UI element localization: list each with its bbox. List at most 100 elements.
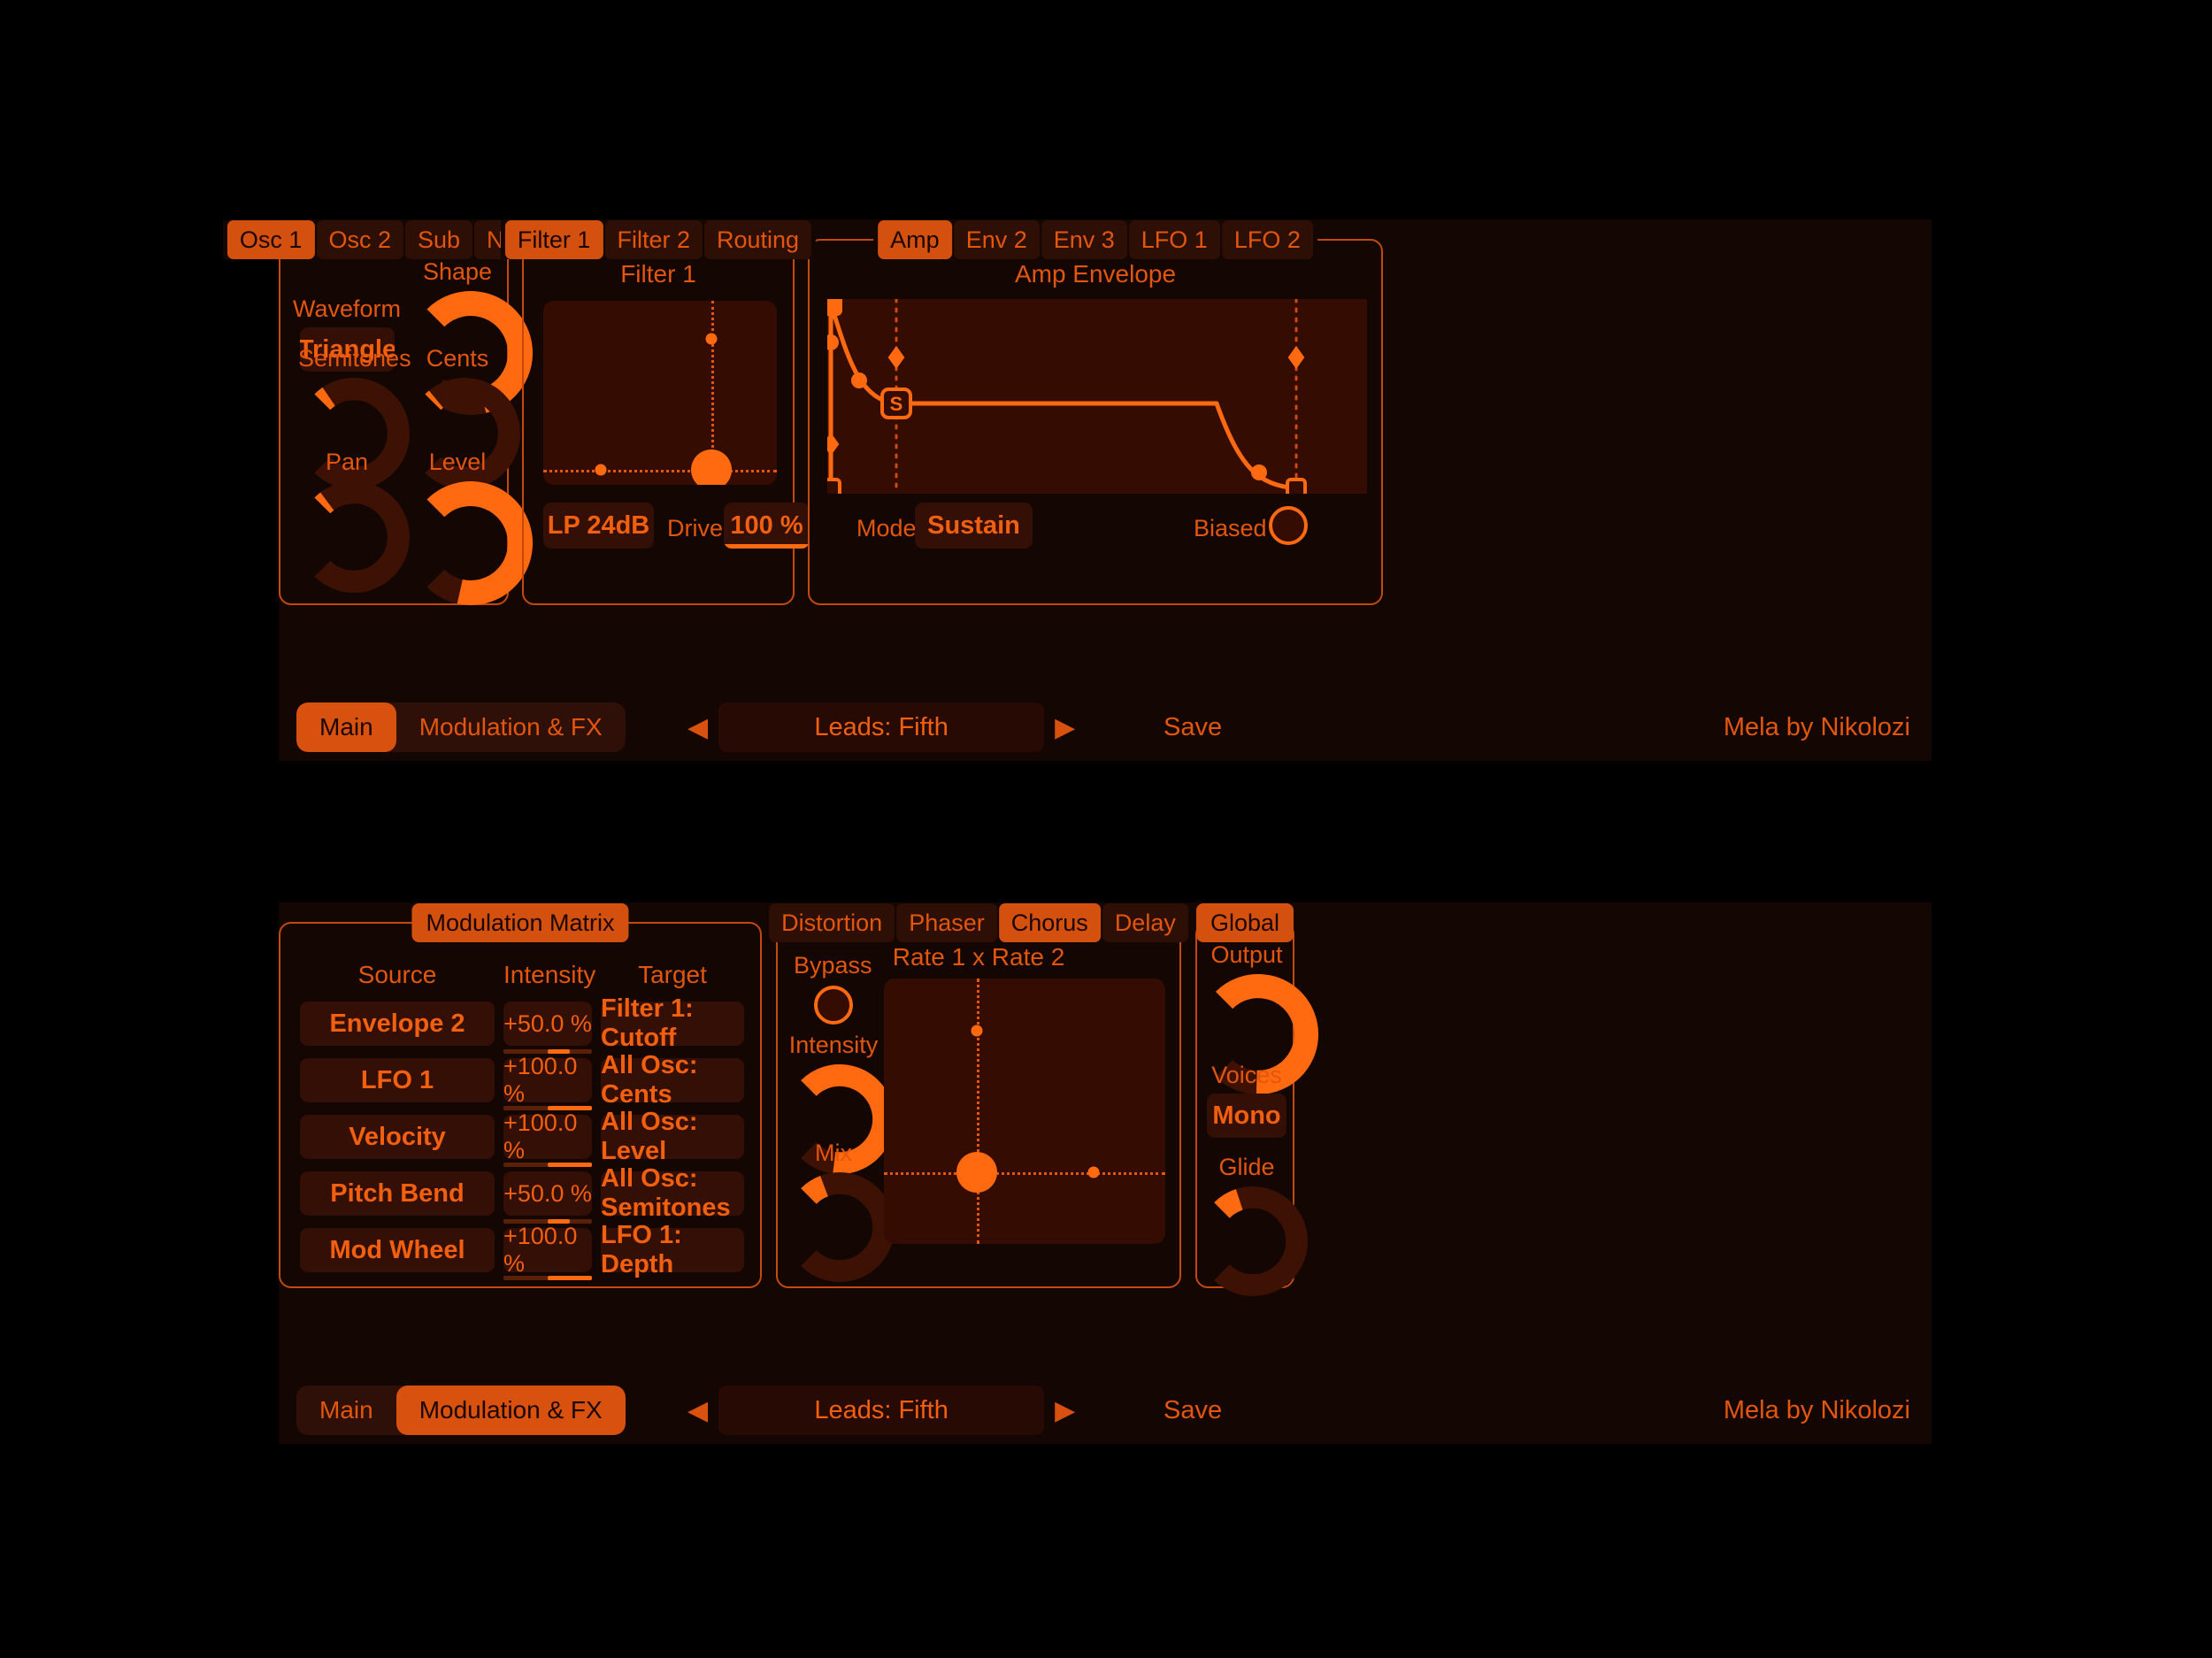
chorus-mod-dot-2[interactable]	[1087, 1166, 1100, 1178]
tab-phaser[interactable]: Phaser	[896, 903, 997, 942]
envelope-sustain-label: S	[890, 393, 903, 415]
segment-modulation-fx[interactable]: Modulation & FX	[396, 702, 626, 752]
matrix-row-intensity[interactable]: +100.0 %	[503, 1223, 592, 1280]
knob-mix-label: Mix	[815, 1140, 852, 1166]
voices-selector[interactable]: Mono	[1207, 1094, 1286, 1138]
knob-glide-label: Glide	[1218, 1154, 1275, 1180]
matrix-intensity-value: +100.0 %	[503, 1109, 578, 1163]
next-preset-icon[interactable]: ▶	[1044, 712, 1086, 743]
matrix-row-source[interactable]: Envelope 2	[300, 1002, 495, 1046]
segment-main[interactable]: Main	[296, 1386, 396, 1435]
mod-bottom-bar: Main Modulation & FX ◀ Leads: Fifth ▶ Sav…	[279, 1378, 1932, 1444]
preset-name-field[interactable]: Leads: Fifth	[718, 702, 1045, 752]
tab-filter-1[interactable]: Filter 1	[504, 220, 603, 259]
envelope-tabs: Amp Env 2 Env 3 LFO 1 LFO 2	[873, 220, 1317, 259]
modulation-plugin-window: Modulation Matrix Source Intensity Target E…	[279, 902, 1932, 1444]
filter-env-dot[interactable]	[595, 464, 607, 476]
matrix-row-source[interactable]: LFO 1	[300, 1058, 495, 1102]
tab-routing[interactable]: Routing	[703, 220, 812, 259]
matrix-row-source[interactable]: Pitch Bend	[300, 1171, 495, 1216]
matrix-row-target[interactable]: LFO 1: Depth	[601, 1221, 744, 1278]
envelope-start-handle	[820, 478, 841, 499]
matrix-row-intensity[interactable]: +50.0 %	[503, 1002, 592, 1054]
tab-amp[interactable]: Amp	[878, 220, 952, 259]
knob-intensity-label: Intensity	[788, 1032, 879, 1058]
matrix-row-target[interactable]: Filter 1: Cutoff	[601, 994, 744, 1052]
tab-osc-2[interactable]: Osc 2	[316, 220, 403, 259]
save-button[interactable]: Save	[1164, 702, 1222, 752]
chorus-mod-dot-1[interactable]	[971, 1025, 983, 1036]
preset-name-field[interactable]: Leads: Fifth	[718, 1386, 1045, 1435]
tab-lfo-2[interactable]: LFO 2	[1221, 220, 1313, 259]
knob-mix-dial[interactable]	[785, 1172, 895, 1282]
matrix-row-intensity[interactable]: +50.0 %	[503, 1171, 592, 1224]
matrix-row-intensity[interactable]: +100.0 %	[503, 1053, 592, 1110]
knob-cents-label: Cents	[426, 345, 489, 372]
drive-value: 100 %	[730, 510, 803, 540]
envelope-release-curve-handle	[1251, 464, 1267, 480]
chorus-rate-handle[interactable]	[956, 1152, 997, 1193]
knob-output-label: Output	[1210, 941, 1283, 968]
filter-type-selector[interactable]: LP 24dB	[543, 503, 654, 549]
waveform-label: Waveform	[292, 296, 401, 322]
matrix-row-target[interactable]: All Osc: Cents	[601, 1051, 744, 1109]
knob-glide-dial[interactable]	[1198, 1186, 1308, 1296]
main-bottom-bar: Main Modulation & FX ◀ Leads: Fifth ▶ Sav…	[279, 695, 1932, 761]
next-preset-icon[interactable]: ▶	[1044, 1395, 1086, 1426]
page-segmented-control: Main Modulation & FX	[296, 702, 626, 752]
knob-level-dial[interactable]	[409, 481, 533, 605]
envelope-mode-selector[interactable]: Sustain	[915, 503, 1033, 549]
tab-lfo-1[interactable]: LFO 1	[1128, 220, 1220, 259]
drive-field[interactable]: 100 %	[724, 503, 810, 549]
fx-panel: Distortion Phaser Chorus Delay Rate 1 x Rat…	[764, 903, 1193, 1288]
global-title: Global	[1195, 903, 1294, 942]
tab-sub[interactable]: Sub	[404, 220, 473, 259]
envelope-end-handle	[1286, 478, 1307, 499]
filter-cutoff-handle[interactable]	[691, 449, 733, 485]
chorus-rate-xy-pad[interactable]	[884, 979, 1165, 1244]
tab-env-2[interactable]: Env 2	[953, 220, 1040, 259]
amp-envelope-graph[interactable]: S	[819, 293, 1367, 499]
envelope-heading: Amp Envelope	[1014, 260, 1177, 288]
drive-progress-bar	[724, 544, 810, 549]
envelope-decay-curve-handle	[851, 372, 867, 388]
voices-label: Voices	[1211, 1062, 1282, 1088]
filter-tabs: Filter 1 Filter 2 Routing	[500, 220, 817, 259]
matrix-header-source: Source	[357, 961, 437, 988]
global-panel: Global Output Voices Mono Glide	[1195, 903, 1318, 1296]
preset-navigator-mod: ◀ Leads: Fifth ▶	[677, 1386, 1086, 1435]
knob-shape-label: Shape	[422, 258, 493, 285]
biased-toggle[interactable]	[1269, 506, 1308, 545]
knob-semitones-label: Semitones	[298, 345, 411, 372]
filter-resonance-guideline	[543, 470, 777, 473]
matrix-intensity-fill	[548, 1163, 592, 1167]
prev-preset-icon[interactable]: ◀	[677, 712, 718, 743]
envelope-sustain-handle: S	[880, 388, 912, 419]
save-button[interactable]: Save	[1164, 1386, 1222, 1435]
matrix-row-intensity[interactable]: +100.0 %	[503, 1109, 592, 1167]
preset-navigator: ◀ Leads: Fifth ▶	[677, 702, 1086, 752]
matrix-row-source[interactable]: Velocity	[300, 1115, 495, 1159]
matrix-intensity-value: +100.0 %	[503, 1053, 578, 1107]
modulation-matrix-panel: Modulation Matrix Source Intensity Target E…	[279, 903, 762, 1288]
matrix-row-source[interactable]: Mod Wheel	[300, 1228, 495, 1272]
bypass-toggle[interactable]	[814, 986, 853, 1025]
brand-label: Mela by Nikolozi	[1723, 713, 1910, 741]
tab-osc-1[interactable]: Osc 1	[227, 220, 315, 259]
segment-main[interactable]: Main	[296, 702, 396, 752]
matrix-intensity-fill	[548, 1276, 592, 1280]
tab-delay[interactable]: Delay	[1102, 903, 1188, 942]
prev-preset-icon[interactable]: ◀	[677, 1395, 718, 1426]
knob-pan-dial[interactable]	[298, 481, 410, 593]
tab-chorus[interactable]: Chorus	[998, 903, 1101, 942]
filter-heading: Filter 1	[620, 260, 696, 288]
tab-filter-2[interactable]: Filter 2	[604, 220, 703, 259]
segment-modulation-fx[interactable]: Modulation & FX	[396, 1386, 626, 1435]
tab-env-3[interactable]: Env 3	[1041, 220, 1127, 259]
filter-xy-pad[interactable]	[543, 301, 777, 485]
matrix-row-target[interactable]: All Osc: Level	[601, 1108, 744, 1165]
tab-distortion[interactable]: Distortion	[769, 903, 895, 942]
matrix-row-target[interactable]: All Osc: Semitones	[601, 1164, 744, 1222]
filter-mod-dot[interactable]	[705, 333, 718, 345]
biased-label: Biased	[1194, 515, 1267, 541]
